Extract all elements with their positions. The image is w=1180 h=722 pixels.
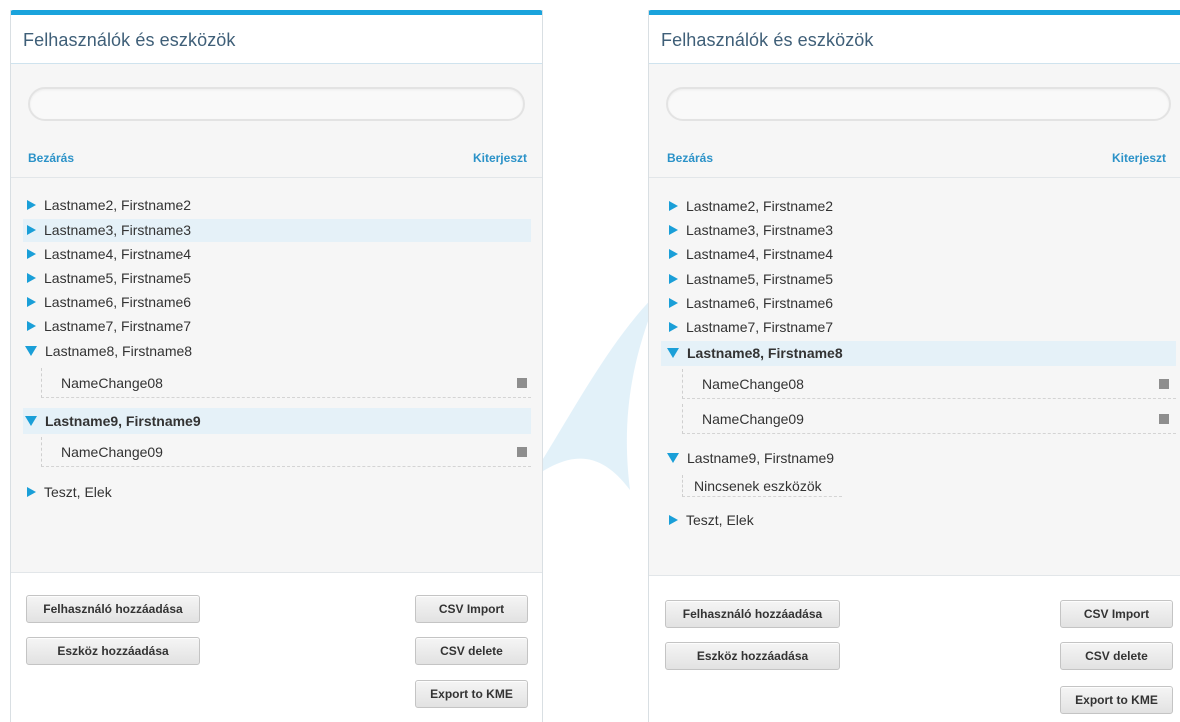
expand-all-link[interactable]: Kiterjeszt [1112, 151, 1166, 165]
search-input[interactable] [666, 87, 1171, 121]
device-menu-icon[interactable] [517, 378, 527, 388]
export-to-kme-button[interactable]: Export to KME [1060, 686, 1173, 714]
tree-user-lastname2[interactable]: Lastname2, Firstname2 [24, 194, 191, 216]
expand-arrow-icon[interactable] [669, 249, 678, 260]
device-label: NameChange08 [702, 376, 804, 392]
tree-user-lastname8[interactable]: Lastname8, Firstname8 [666, 342, 843, 364]
user-label: Lastname7, Firstname7 [686, 319, 834, 335]
device-row-namechange08[interactable]: NameChange08 [41, 368, 531, 398]
device-menu-icon[interactable] [517, 447, 527, 457]
users-devices-panel-before: Felhasználók és eszközök Bezárás Kiterje… [10, 10, 543, 722]
tree-user-lastname2[interactable]: Lastname2, Firstname2 [666, 195, 833, 217]
user-label: Lastname5, Firstname5 [686, 271, 834, 287]
user-label: Lastname3, Firstname3 [44, 222, 192, 238]
user-label: Lastname2, Firstname2 [686, 198, 834, 214]
divider [11, 177, 542, 178]
device-row-namechange08[interactable]: NameChange08 [682, 369, 1176, 399]
device-row-namechange09[interactable]: NameChange09 [41, 437, 531, 467]
expand-arrow-icon[interactable] [27, 487, 36, 498]
device-label: NameChange09 [702, 411, 804, 427]
user-label: Teszt, Elek [44, 484, 112, 500]
no-devices-message: Nincsenek eszközök [682, 475, 842, 497]
expand-arrow-icon[interactable] [27, 273, 36, 284]
collapse-arrow-icon[interactable] [667, 348, 679, 359]
add-user-button[interactable]: Felhasználó hozzáadása [26, 595, 200, 623]
users-devices-panel-after: Felhasználók és eszközök Bezárás Kiterje… [648, 10, 1180, 722]
add-device-button[interactable]: Eszköz hozzáadása [26, 637, 200, 665]
expand-arrow-icon[interactable] [669, 298, 678, 309]
expand-arrow-icon[interactable] [27, 249, 36, 260]
tree-user-teszt-elek[interactable]: Teszt, Elek [666, 509, 754, 531]
export-to-kme-button[interactable]: Export to KME [415, 680, 528, 708]
user-label: Lastname2, Firstname2 [44, 197, 192, 213]
panel-header: Felhasználók és eszközök [649, 15, 1180, 64]
device-menu-icon[interactable] [1159, 414, 1169, 424]
add-user-button[interactable]: Felhasználó hozzáadása [665, 600, 840, 628]
panel-footer: Felhasználó hozzáadása Eszköz hozzáadása… [11, 573, 542, 722]
collapse-all-link[interactable]: Bezárás [667, 151, 713, 165]
panel-footer: Felhasználó hozzáadása Eszköz hozzáadása… [649, 576, 1180, 722]
tree-user-lastname8[interactable]: Lastname8, Firstname8 [24, 340, 192, 362]
panel-title: Felhasználók és eszközök [661, 30, 874, 50]
expand-arrow-icon[interactable] [27, 200, 36, 211]
user-label: Lastname9, Firstname9 [687, 450, 835, 466]
tree-user-lastname7[interactable]: Lastname7, Firstname7 [24, 315, 191, 337]
device-row-namechange09[interactable]: NameChange09 [682, 404, 1176, 434]
csv-delete-button[interactable]: CSV delete [415, 637, 528, 665]
tree-user-teszt-elek[interactable]: Teszt, Elek [24, 481, 112, 503]
device-menu-icon[interactable] [1159, 379, 1169, 389]
tree-user-lastname4[interactable]: Lastname4, Firstname4 [24, 243, 191, 265]
panel-header: Felhasználók és eszközök [11, 15, 542, 64]
divider [649, 177, 1180, 178]
tree-user-lastname6[interactable]: Lastname6, Firstname6 [24, 291, 191, 313]
user-label: Lastname8, Firstname8 [687, 345, 843, 361]
expand-arrow-icon[interactable] [669, 225, 678, 236]
device-label: NameChange08 [61, 375, 163, 391]
expand-arrow-icon[interactable] [27, 225, 36, 236]
user-label: Lastname4, Firstname4 [686, 246, 834, 262]
expand-arrow-icon[interactable] [669, 274, 678, 285]
user-label: Lastname6, Firstname6 [686, 295, 834, 311]
tree-user-lastname3[interactable]: Lastname3, Firstname3 [666, 219, 833, 241]
tree-user-lastname5[interactable]: Lastname5, Firstname5 [24, 267, 191, 289]
device-label: NameChange09 [61, 444, 163, 460]
tree-user-lastname7[interactable]: Lastname7, Firstname7 [666, 316, 833, 338]
expand-arrow-icon[interactable] [669, 201, 678, 212]
user-label: Lastname5, Firstname5 [44, 270, 192, 286]
csv-import-button[interactable]: CSV Import [415, 595, 528, 623]
collapse-all-link[interactable]: Bezárás [28, 151, 74, 165]
tree-user-lastname4[interactable]: Lastname4, Firstname4 [666, 243, 833, 265]
user-label: Lastname8, Firstname8 [45, 343, 193, 359]
expand-all-link[interactable]: Kiterjeszt [473, 151, 527, 165]
collapse-arrow-icon[interactable] [25, 416, 37, 427]
no-devices-text: Nincsenek eszközök [694, 478, 822, 494]
user-label: Teszt, Elek [686, 512, 754, 528]
csv-import-button[interactable]: CSV Import [1060, 600, 1173, 628]
expand-arrow-icon[interactable] [669, 322, 678, 333]
user-label: Lastname6, Firstname6 [44, 294, 192, 310]
user-label: Lastname9, Firstname9 [45, 413, 201, 429]
tree-user-lastname9[interactable]: Lastname9, Firstname9 [666, 447, 834, 469]
user-label: Lastname3, Firstname3 [686, 222, 834, 238]
expand-arrow-icon[interactable] [27, 297, 36, 308]
collapse-arrow-icon[interactable] [25, 346, 37, 357]
csv-delete-button[interactable]: CSV delete [1060, 642, 1173, 670]
search-input[interactable] [28, 87, 525, 121]
panel-title: Felhasználók és eszközök [23, 30, 236, 50]
collapse-arrow-icon[interactable] [667, 453, 679, 464]
expand-arrow-icon[interactable] [27, 321, 36, 332]
add-device-button[interactable]: Eszköz hozzáadása [665, 642, 840, 670]
tree-user-lastname9[interactable]: Lastname9, Firstname9 [24, 410, 201, 432]
expand-arrow-icon[interactable] [669, 515, 678, 526]
user-label: Lastname7, Firstname7 [44, 318, 192, 334]
tree-user-lastname6[interactable]: Lastname6, Firstname6 [666, 292, 833, 314]
tree-user-lastname3[interactable]: Lastname3, Firstname3 [24, 219, 191, 241]
tree-user-lastname5[interactable]: Lastname5, Firstname5 [666, 268, 833, 290]
user-label: Lastname4, Firstname4 [44, 246, 192, 262]
